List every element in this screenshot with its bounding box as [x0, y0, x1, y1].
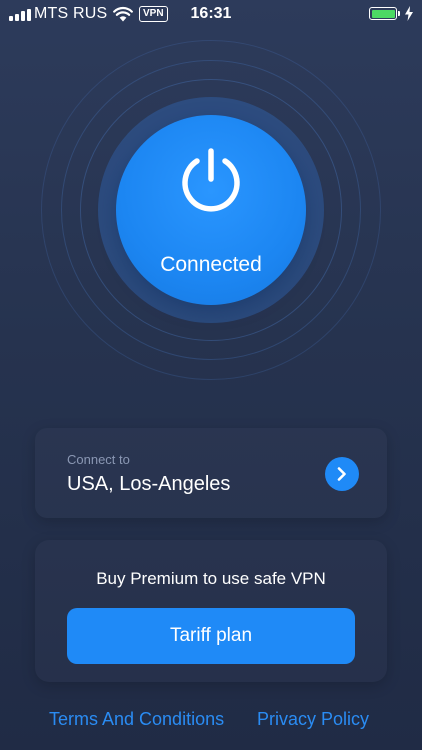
premium-message: Buy Premium to use safe VPN [96, 569, 326, 588]
power-area: Connected [41, 40, 381, 380]
location-chevron-button[interactable] [325, 457, 359, 491]
premium-card: Buy Premium to use safe VPN Tariff plan [35, 540, 387, 682]
clock: 16:31 [190, 5, 232, 22]
tariff-plan-button[interactable]: Tariff plan [67, 608, 355, 664]
chevron-right-icon [337, 467, 346, 481]
connection-status: Connected [160, 253, 262, 276]
connect-to-caption: Connect to [67, 452, 130, 467]
terms-link[interactable]: Terms And Conditions [49, 709, 224, 730]
selected-location: USA, Los-Angeles [67, 473, 231, 495]
location-selector[interactable]: Connect to USA, Los-Angeles [35, 428, 387, 518]
battery-level [371, 9, 395, 18]
power-icon [182, 148, 240, 212]
charging-bolt-icon [405, 6, 413, 21]
status-bar: MTS RUS VPN 16:31 [0, 0, 422, 30]
power-button[interactable]: Connected [116, 115, 306, 305]
privacy-policy-link[interactable]: Privacy Policy [257, 709, 369, 730]
battery-icon [369, 7, 400, 20]
